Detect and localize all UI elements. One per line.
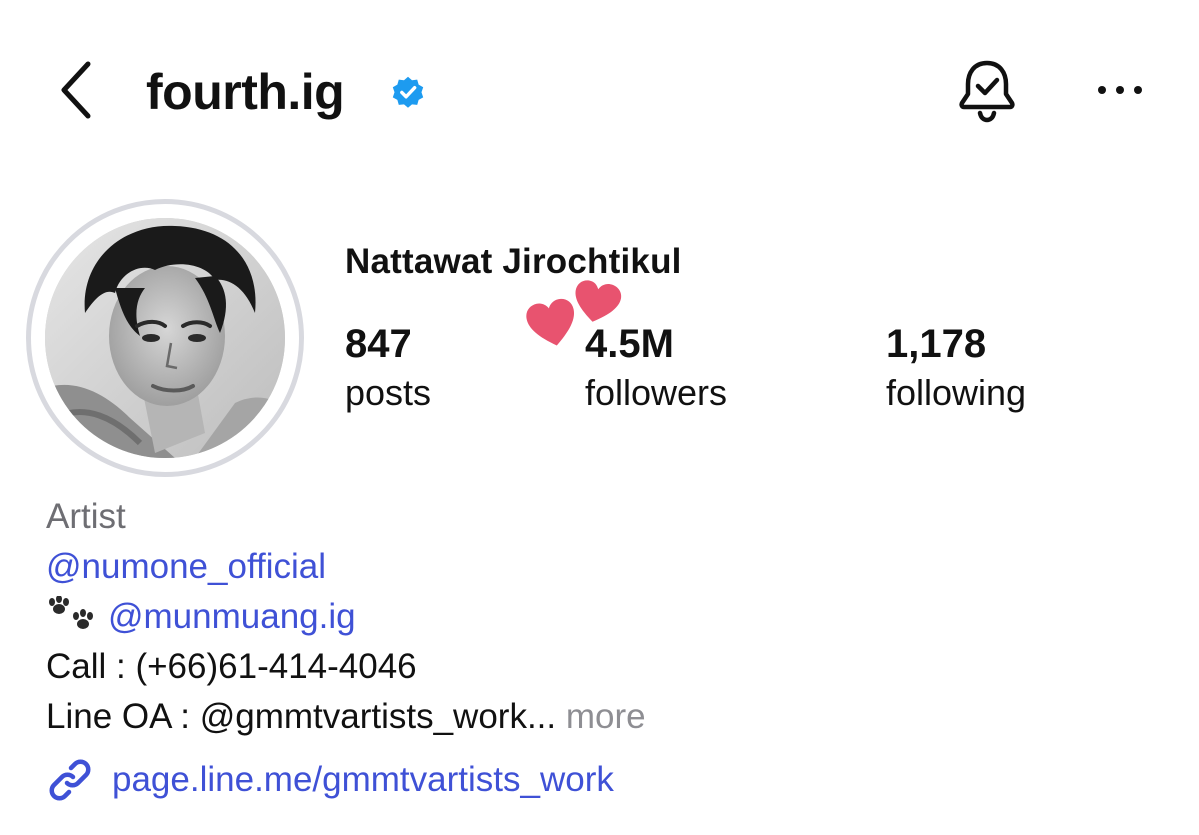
bio-line-oa: Line OA : @gmmtvartists_work... — [46, 697, 557, 736]
stat-following[interactable]: 1,178 following — [886, 318, 1026, 416]
bio-mention-numone[interactable]: @numone_official — [46, 542, 646, 592]
stat-posts[interactable]: 847 posts — [345, 318, 431, 416]
profile-bio: Artist @numone_official @munmuang.ig Cal… — [46, 492, 646, 742]
followers-label: followers — [585, 372, 728, 413]
profile-link-text[interactable]: page.line.me/gmmtvartists_work — [112, 755, 614, 805]
back-button[interactable] — [52, 58, 104, 122]
avatar[interactable] — [45, 218, 285, 458]
link-icon — [49, 759, 91, 801]
paw-prints-icon — [49, 596, 93, 629]
chevron-left-icon — [61, 61, 91, 119]
following-count: 1,178 — [886, 322, 987, 366]
display-name: Nattawat Jirochtikul — [345, 242, 682, 281]
more-options-button[interactable] — [1096, 78, 1144, 102]
bio-more-button[interactable]: more — [566, 697, 646, 736]
profile-username: fourth.ig — [146, 64, 345, 120]
more-horizontal-icon — [1098, 86, 1142, 94]
verified-badge-icon — [392, 76, 424, 108]
stat-followers[interactable]: 4.5M followers — [585, 318, 727, 416]
posts-count: 847 — [345, 322, 412, 366]
notifications-button[interactable] — [954, 57, 1020, 125]
posts-label: posts — [345, 372, 432, 413]
profile-page: fourth.ig Nattawat Jirochtikul 847 posts… — [0, 0, 1199, 835]
bio-line-oa-row: Line OA : @gmmtvartists_work... more — [46, 692, 646, 742]
bio-category: Artist — [46, 497, 126, 536]
bell-check-icon — [959, 60, 1015, 123]
bio-mention-munmuang[interactable]: @munmuang.ig — [108, 597, 356, 636]
following-label: following — [886, 372, 1027, 413]
followers-count: 4.5M — [585, 322, 674, 366]
bio-pet-line: @munmuang.ig — [46, 592, 646, 642]
profile-photo — [45, 218, 285, 458]
profile-link[interactable]: page.line.me/gmmtvartists_work — [46, 754, 614, 806]
bio-call: Call : (+66)61-414-4046 — [46, 647, 417, 686]
